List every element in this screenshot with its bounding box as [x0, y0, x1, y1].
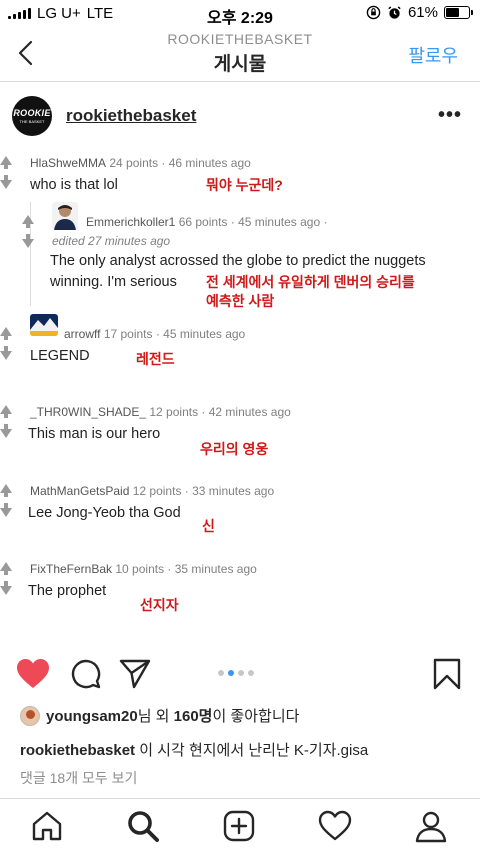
view-all-comments-link[interactable]: 댓글 18개 모두 보기 [20, 768, 137, 788]
upvote-icon [22, 215, 34, 228]
bookmark-icon[interactable] [432, 658, 462, 690]
comment-text: who is that lol [30, 177, 118, 193]
comment-author: FixTheFernBak [30, 562, 113, 576]
add-icon[interactable] [222, 809, 256, 843]
comment-author: arrowff [64, 327, 101, 341]
downvote-icon [0, 175, 12, 189]
comment-text: Lee Jong-Yeob tha God [28, 505, 181, 521]
battery-icon [444, 6, 473, 19]
heart-icon[interactable] [16, 658, 50, 690]
caption-text: 이 시각 현지에서 난리난 K-기자.gisa [135, 742, 369, 759]
upvote-icon [0, 484, 12, 497]
comment-meta: arrowff 17 points · 45 minutes ago [64, 327, 245, 341]
likes-mid: 님 외 [137, 708, 174, 725]
comment-translation-line1: 전 세계에서 유일하게 덴버의 승리를 [206, 274, 415, 290]
carousel-dot [238, 670, 244, 676]
share-icon[interactable] [118, 658, 152, 690]
downvote-icon [22, 234, 34, 248]
liker-username[interactable]: youngsam20 [46, 708, 138, 725]
likes-row[interactable]: youngsam20님 외 160명이 좋아합니다 [20, 705, 299, 726]
comment-text: The prophet [28, 583, 107, 599]
comment-points: 10 points · 35 minutes ago [115, 562, 257, 576]
post-actions [0, 652, 480, 698]
comment-points: 17 points · 45 minutes ago [103, 327, 246, 341]
post-image[interactable]: HlaShweMMA 24 points · 46 minutes ago wh… [0, 148, 480, 650]
likes-count[interactable]: 160명 [174, 708, 213, 725]
comment-text: This man is our hero [28, 426, 161, 442]
comment-text-line2: winning. I'm serious [50, 274, 177, 290]
nav-header: ROOKIETHEBASKET 게시물 팔로우 [0, 28, 480, 82]
liker-avatar [20, 705, 40, 726]
likes-suffix: 이 좋아합니다 [212, 708, 300, 725]
comment-points: 12 points · 42 minutes ago [149, 405, 291, 419]
profile-icon[interactable] [414, 809, 448, 843]
search-icon[interactable] [126, 809, 160, 843]
comment-author: Emmerichkoller1 [86, 215, 176, 229]
comment-author: HlaShweMMA [30, 156, 107, 170]
downvote-icon [0, 424, 12, 438]
comment-translation: 레전드 [136, 351, 175, 367]
comment-author: _THR0WIN_SHADE_ [30, 405, 147, 419]
comment-meta: MathManGetsPaid 12 points · 33 minutes a… [30, 484, 274, 498]
home-icon[interactable] [30, 809, 64, 843]
comment-translation: 우리의 영웅 [200, 441, 269, 457]
comment-author: MathManGetsPaid [30, 484, 130, 498]
caption: rookiethebasket 이 시각 현지에서 난리난 K-기자.gisa [20, 739, 368, 760]
commenter-avatar [52, 202, 78, 230]
upvote-icon [0, 327, 12, 340]
comment-points: 66 points · 45 minutes ago · [178, 215, 328, 229]
upvote-icon [0, 405, 12, 418]
battery-percent: 61% [407, 4, 438, 21]
carousel-dot-active [228, 670, 234, 676]
more-icon[interactable]: ••• [438, 104, 462, 127]
comment-text-line1: The only analyst acrossed the globe to p… [50, 253, 426, 269]
bottom-tab-bar [0, 798, 480, 854]
comment-text: LEGEND [30, 348, 90, 364]
status-right: 61% [366, 4, 473, 21]
carousel-dot [218, 670, 224, 676]
alarm-icon [388, 6, 401, 19]
orientation-lock-icon [366, 5, 381, 20]
comment-translation: 신 [202, 518, 215, 534]
comment-translation: 선지자 [140, 597, 179, 613]
upvote-icon [0, 562, 12, 575]
post-username[interactable]: rookiethebasket [66, 106, 196, 126]
status-bar: LG U+ LTE 오후 2:29 61% [0, 0, 480, 28]
profile-avatar[interactable]: ROOKIE THE BASKET [12, 96, 52, 136]
comment-edited: edited 27 minutes ago [52, 234, 171, 248]
avatar-logo-text: ROOKIE [13, 108, 51, 118]
downvote-icon [0, 581, 12, 595]
battery-level [446, 8, 460, 17]
comment-points: 12 points · 33 minutes ago [132, 484, 275, 498]
avatar-logo-subtext: THE BASKET [19, 119, 45, 124]
downvote-icon [0, 503, 12, 517]
commenter-avatar [30, 314, 58, 336]
carousel-dots [218, 670, 254, 676]
follow-button[interactable]: 팔로우 [408, 42, 458, 68]
comment-points: 24 points · 46 minutes ago [109, 156, 251, 170]
comment-meta: Emmerichkoller1 66 points · 45 minutes a… [86, 215, 327, 229]
caption-username[interactable]: rookiethebasket [20, 742, 135, 759]
downvote-icon [0, 346, 12, 360]
upvote-icon [0, 156, 12, 169]
activity-heart-icon[interactable] [318, 809, 352, 843]
comment-meta: _THR0WIN_SHADE_ 12 points · 42 minutes a… [30, 405, 291, 419]
comment-meta: HlaShweMMA 24 points · 46 minutes ago [30, 156, 251, 170]
comment-translation: 뭐야 누군데? [206, 177, 283, 193]
carousel-dot [248, 670, 254, 676]
comment-icon[interactable] [70, 658, 102, 690]
comment-meta: FixTheFernBak 10 points · 35 minutes ago [30, 562, 257, 576]
post-header: ROOKIE THE BASKET rookiethebasket ••• [0, 82, 480, 148]
comment-translation-line2: 예측한 사람 [206, 293, 275, 309]
